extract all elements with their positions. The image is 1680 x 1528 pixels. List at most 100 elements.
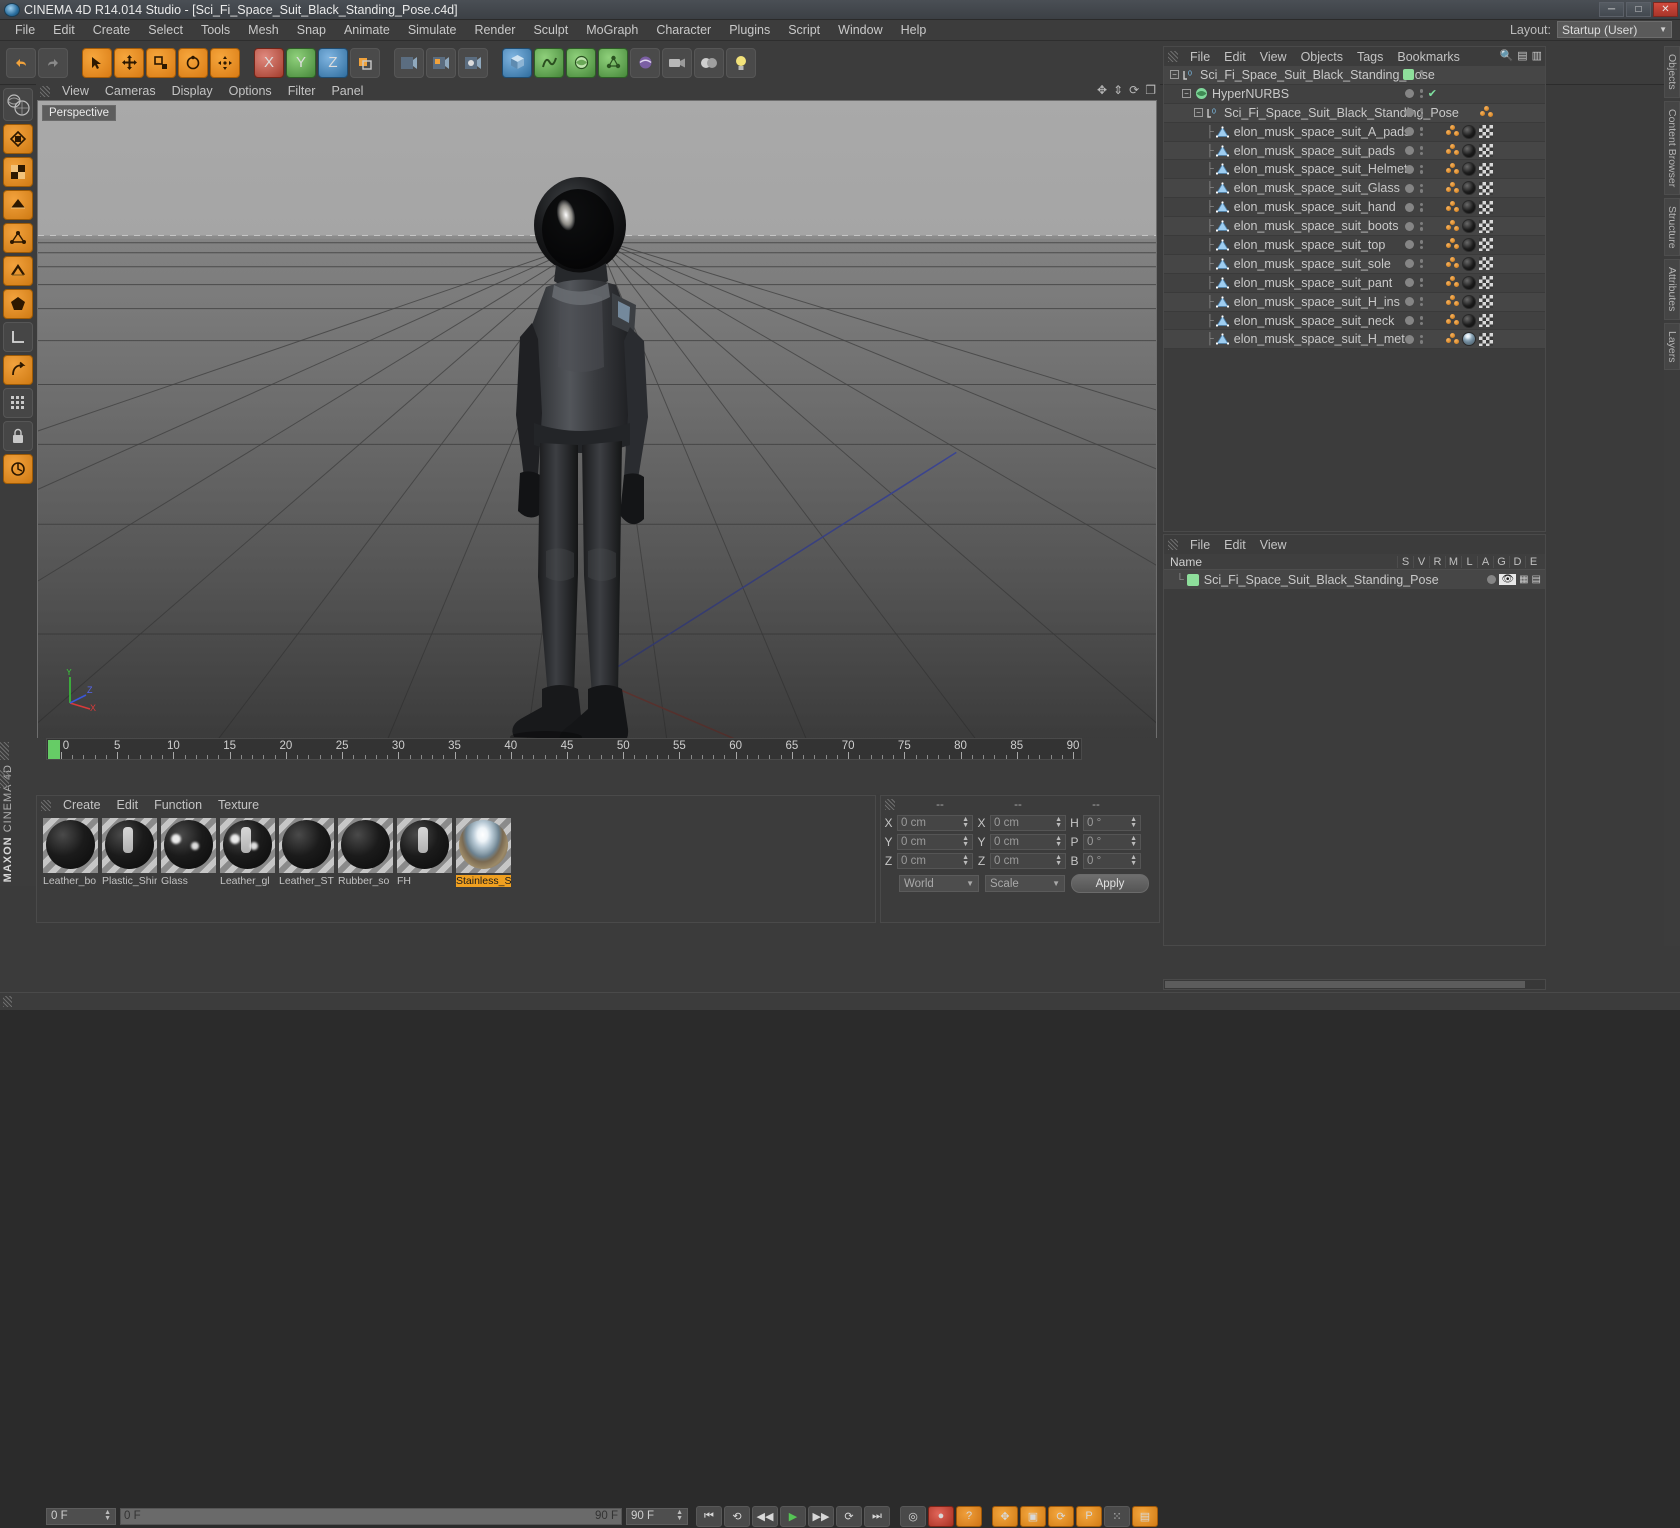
- material-preview[interactable]: [161, 818, 216, 873]
- point-tag-icon[interactable]: [1446, 238, 1459, 251]
- point-tag-icon[interactable]: [1446, 257, 1459, 270]
- object-menu-view[interactable]: View: [1253, 49, 1294, 65]
- object-row[interactable]: ├ elon_musk_space_suit_H_met: [1164, 330, 1545, 350]
- scrollbar-thumb[interactable]: [1165, 981, 1525, 988]
- uvw-tag-icon[interactable]: [1479, 181, 1493, 195]
- layer-row[interactable]: └ Sci_Fi_Space_Suit_Black_Standing_Pose 👁 ▦…: [1164, 570, 1545, 589]
- layer-flag-column[interactable]: L: [1461, 555, 1477, 568]
- coordinates-grip-icon[interactable]: [885, 799, 895, 810]
- material-menu-create[interactable]: Create: [55, 797, 109, 813]
- rot-p-field[interactable]: 0 ° ▲ ▼: [1083, 834, 1141, 850]
- layer-manager-grip-icon[interactable]: [1168, 539, 1178, 550]
- polygon-object-icon[interactable]: [1216, 276, 1230, 290]
- menu-item-file[interactable]: File: [6, 21, 44, 39]
- material-tag-icon[interactable]: [1462, 237, 1476, 252]
- parameter-key-button[interactable]: P: [1076, 1505, 1102, 1527]
- menu-item-simulate[interactable]: Simulate: [399, 21, 466, 39]
- visibility-dot[interactable]: [1419, 316, 1423, 320]
- uvw-tag-icon[interactable]: [1479, 295, 1493, 309]
- visibility-dot[interactable]: [1419, 334, 1423, 339]
- rotation-key-button[interactable]: ⟳: [1048, 1505, 1074, 1527]
- menu-item-sculpt[interactable]: Sculpt: [524, 21, 577, 39]
- object-row[interactable]: ├ elon_musk_space_suit_sole: [1164, 254, 1545, 274]
- editor-visibility-dot[interactable]: [1404, 316, 1414, 326]
- material-preview[interactable]: [102, 818, 157, 873]
- uvw-tag-icon[interactable]: [1479, 238, 1493, 252]
- visibility-dot[interactable]: [1419, 227, 1423, 231]
- material-tag-icon[interactable]: [1462, 124, 1476, 139]
- loop-button[interactable]: ⟳: [836, 1505, 862, 1527]
- transport-grip-icon[interactable]: [0, 770, 9, 788]
- point-tag-icon[interactable]: [1446, 200, 1459, 214]
- editor-visibility-dot[interactable]: [1404, 108, 1414, 118]
- timeline-ruler[interactable]: 0 5 10 15 20 25 30 35 40 45 50 55 60 65 70 75 80 85 90: [46, 738, 1082, 760]
- polygon-mode-button[interactable]: [3, 190, 33, 220]
- material-menu-edit[interactable]: Edit: [109, 797, 147, 813]
- viewport-menu-filter[interactable]: Filter: [280, 83, 324, 99]
- spinner-icon[interactable]: ▲ ▼: [962, 816, 969, 829]
- play-backwards-loop-button[interactable]: ⟲: [724, 1505, 750, 1527]
- add-spline-object-button[interactable]: [534, 47, 564, 78]
- material-item[interactable]: Plastic_Shir: [102, 818, 157, 887]
- transform-mode-select[interactable]: Scale ▼: [985, 875, 1065, 892]
- layout-select[interactable]: Startup (User) ▼: [1557, 21, 1672, 38]
- material-tag-icon[interactable]: [1462, 256, 1476, 271]
- point-tag-icon[interactable]: [1446, 276, 1459, 289]
- layer-flag-column[interactable]: G: [1493, 555, 1509, 568]
- polygon-object-icon[interactable]: [1216, 125, 1230, 139]
- size-x-field[interactable]: 0 cm ▲ ▼: [990, 815, 1066, 831]
- object-row[interactable]: ├ elon_musk_space_suit_Helmet: [1164, 160, 1545, 180]
- menu-item-tools[interactable]: Tools: [192, 21, 239, 39]
- viewport-menu-cameras[interactable]: Cameras: [97, 83, 164, 99]
- polygon-object-icon[interactable]: [1216, 219, 1230, 233]
- editor-visibility-dot[interactable]: [1404, 259, 1414, 269]
- visibility-dot[interactable]: [1419, 283, 1423, 288]
- apply-button[interactable]: Apply: [1071, 874, 1149, 893]
- editor-visibility-dot[interactable]: [1404, 334, 1414, 344]
- material-item[interactable]: Stainless_S: [456, 818, 511, 887]
- position-tool-button[interactable]: [210, 47, 240, 78]
- dock-tab-attributes[interactable]: Attributes: [1664, 259, 1680, 320]
- grid-snap-button[interactable]: [3, 388, 33, 418]
- visibility-dot[interactable]: [1419, 297, 1423, 301]
- visibility-dot[interactable]: [1419, 132, 1423, 137]
- render-view-button[interactable]: [394, 47, 424, 78]
- go-to-end-button[interactable]: ⏭: [864, 1505, 890, 1527]
- timeline-layout-button[interactable]: ▤: [1132, 1505, 1158, 1527]
- material-item[interactable]: Glass: [161, 818, 216, 887]
- minimize-button[interactable]: ─: [1599, 2, 1624, 17]
- menu-item-create[interactable]: Create: [84, 21, 140, 39]
- visibility-dot[interactable]: [1419, 108, 1423, 112]
- autokey-button[interactable]: ◎: [900, 1505, 926, 1527]
- layer-menu-view[interactable]: View: [1253, 537, 1294, 553]
- enabled-check-icon[interactable]: ✔: [1428, 87, 1437, 100]
- material-tag-icon[interactable]: [1462, 275, 1476, 290]
- hypernurbs-icon[interactable]: [1194, 87, 1208, 101]
- visibility-dot[interactable]: [1419, 202, 1423, 207]
- viewport-menu-panel[interactable]: Panel: [323, 83, 371, 99]
- status-grip-icon[interactable]: [3, 996, 12, 1007]
- world-object-coordinate-button[interactable]: [350, 47, 380, 78]
- polygon-object-icon[interactable]: [1216, 238, 1230, 252]
- uvw-tag-icon[interactable]: [1479, 332, 1493, 346]
- dock-tab-layers[interactable]: Layers: [1664, 322, 1680, 371]
- menu-item-edit[interactable]: Edit: [44, 21, 84, 39]
- add-cube-object-button[interactable]: [502, 47, 532, 78]
- layer-menu-edit[interactable]: Edit: [1217, 537, 1253, 553]
- material-preview[interactable]: [456, 818, 511, 873]
- polygon-object-icon[interactable]: [1216, 257, 1230, 271]
- visibility-dot[interactable]: [1419, 183, 1423, 188]
- add-modeling-object-button[interactable]: [598, 47, 628, 78]
- size-y-field[interactable]: 0 cm ▲ ▼: [990, 834, 1066, 850]
- menu-item-mesh[interactable]: Mesh: [239, 21, 288, 39]
- visibility-dot[interactable]: [1419, 89, 1423, 93]
- editor-visibility-dot[interactable]: [1402, 69, 1414, 81]
- material-preview[interactable]: [279, 818, 334, 873]
- menu-item-window[interactable]: Window: [829, 21, 891, 39]
- add-light-object-button[interactable]: [726, 47, 756, 78]
- spinner-icon[interactable]: ▲ ▼: [962, 854, 969, 867]
- point-tag-icon[interactable]: [1446, 295, 1459, 308]
- rotate-view-icon[interactable]: ⟳: [1129, 83, 1139, 97]
- quantize-button[interactable]: [3, 454, 33, 484]
- menu-item-render[interactable]: Render: [465, 21, 524, 39]
